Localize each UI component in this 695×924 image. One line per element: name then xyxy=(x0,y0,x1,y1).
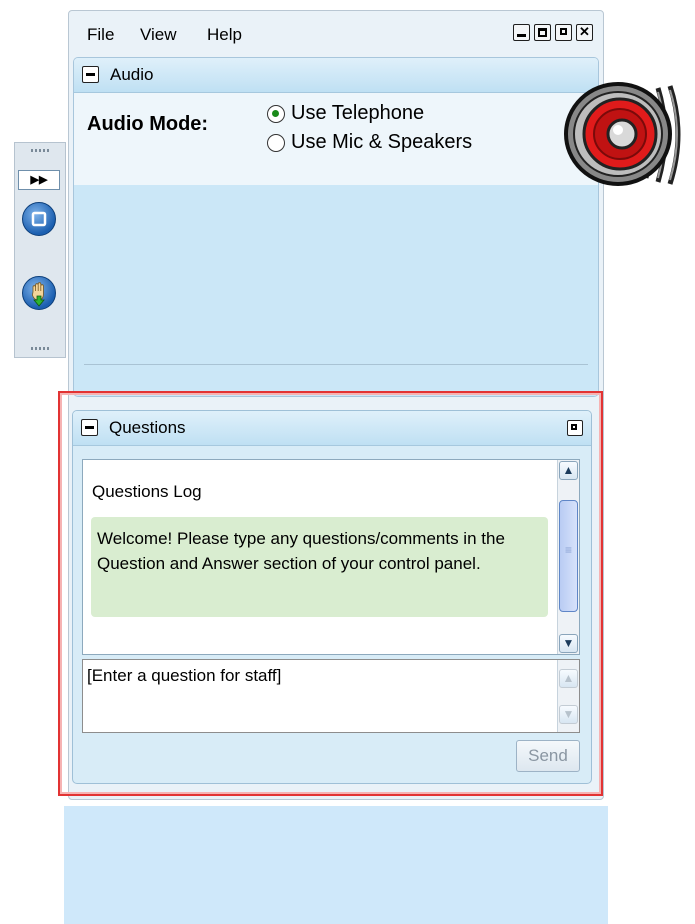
send-button[interactable]: Send xyxy=(516,740,580,772)
audio-panel: Audio Audio Mode: Use Telephone Use Mic … xyxy=(73,57,599,397)
minimize-icon[interactable] xyxy=(513,24,530,41)
menu-file[interactable]: File xyxy=(87,25,114,45)
radio-use-mic-speakers[interactable]: Use Mic & Speakers xyxy=(267,131,472,154)
restore-icon[interactable] xyxy=(555,24,572,41)
expand-icon[interactable]: ▶▶ xyxy=(18,170,60,190)
blank-area xyxy=(64,806,608,924)
popout-icon[interactable] xyxy=(567,420,583,436)
menu-help[interactable]: Help xyxy=(207,25,242,45)
speaker-icon xyxy=(560,82,694,186)
input-scrollbar[interactable]: ▲ ▼ xyxy=(557,660,579,732)
questions-log[interactable]: Questions Log Welcome! Please type any q… xyxy=(82,459,580,655)
radio-label-telephone: Use Telephone xyxy=(291,102,425,124)
audio-panel-title: Audio xyxy=(110,65,154,84)
collapse-icon[interactable] xyxy=(82,66,99,83)
menu-bar: File View Help xyxy=(69,11,603,57)
screen-icon[interactable] xyxy=(22,202,56,236)
menu-view[interactable]: View xyxy=(140,25,177,45)
question-input-text[interactable]: [Enter a question for staff] xyxy=(87,666,281,686)
audio-mode-label: Audio Mode: xyxy=(87,113,209,135)
radio-selected-icon[interactable] xyxy=(267,104,285,123)
questions-log-title: Questions Log xyxy=(92,482,202,501)
scroll-down-icon[interactable]: ▼ xyxy=(559,705,578,724)
questions-panel-header: Questions xyxy=(73,411,591,446)
question-input[interactable]: [Enter a question for staff] ▲ ▼ xyxy=(82,659,580,733)
toolbar-grip-top[interactable] xyxy=(31,149,51,152)
audio-settings: Audio Mode: Use Telephone Use Mic & Spea… xyxy=(74,93,598,185)
toolbar-grip-bottom[interactable] xyxy=(31,347,51,350)
radio-label-mic-speakers: Use Mic & Speakers xyxy=(291,131,473,153)
side-toolbar: ▶▶ xyxy=(14,142,66,358)
scroll-down-icon[interactable]: ▼ xyxy=(559,634,578,653)
log-scrollbar[interactable]: ▲ ▼ xyxy=(557,460,579,654)
close-icon[interactable] xyxy=(576,24,593,41)
radio-unselected-icon[interactable] xyxy=(267,133,285,152)
scroll-up-icon[interactable]: ▲ xyxy=(559,669,578,688)
collapse-icon[interactable] xyxy=(81,419,98,436)
questions-panel: Questions Questions Log Welcome! Please … xyxy=(72,410,592,784)
questions-panel-title: Questions xyxy=(109,418,186,437)
scroll-thumb[interactable] xyxy=(559,500,578,612)
divider xyxy=(84,364,588,365)
maximize-icon[interactable] xyxy=(534,24,551,41)
welcome-message: Welcome! Please type any questions/comme… xyxy=(91,517,548,617)
audio-content-area xyxy=(74,185,598,396)
window-controls xyxy=(513,24,593,41)
radio-use-telephone[interactable]: Use Telephone xyxy=(267,102,424,125)
raise-hand-icon[interactable] xyxy=(22,276,56,310)
audio-panel-header: Audio xyxy=(74,58,598,93)
scroll-up-icon[interactable]: ▲ xyxy=(559,461,578,480)
